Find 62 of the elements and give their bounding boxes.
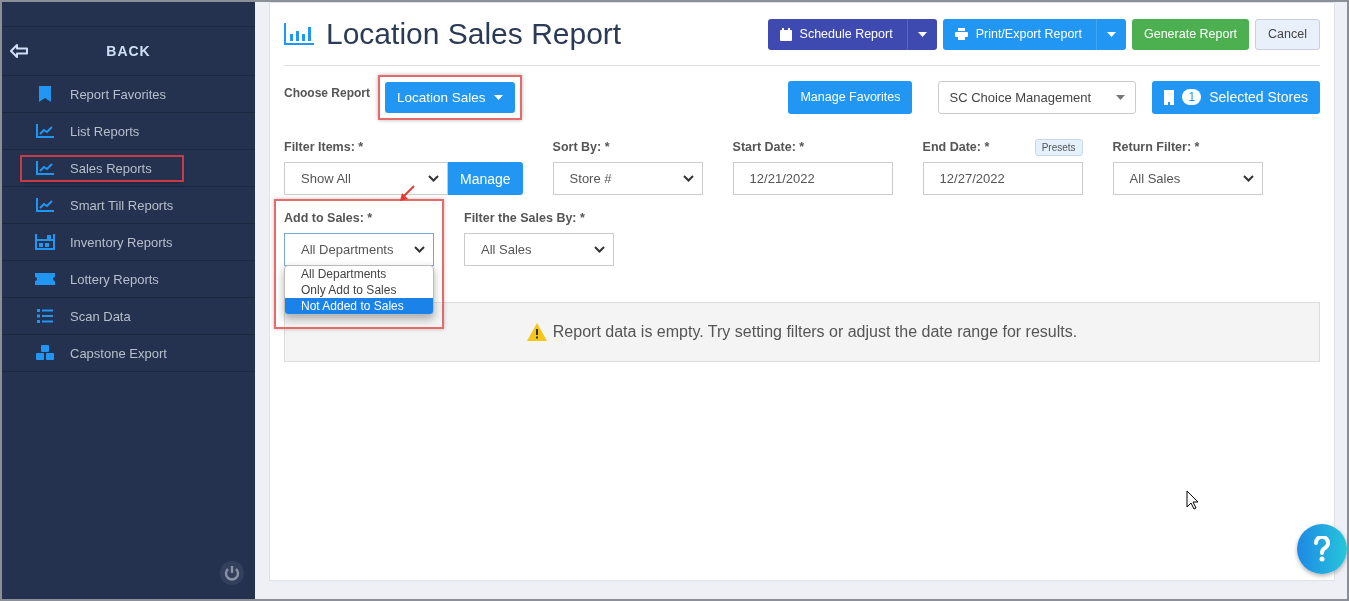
store-count: 1: [1182, 89, 1202, 105]
pointer-arrow: [398, 185, 416, 203]
field-label: Sort By: *: [552, 140, 610, 154]
cubes-icon: [36, 345, 54, 361]
sidebar-item[interactable]: Inventory Reports: [22, 230, 203, 254]
chart-icon: [36, 124, 54, 138]
sidebar-item[interactable]: Lottery Reports: [22, 267, 189, 291]
caret-icon: [917, 31, 927, 37]
question-icon: [1313, 536, 1331, 562]
sidebar-item[interactable]: Scan Data: [22, 304, 161, 328]
caret-icon: [1106, 31, 1116, 37]
date-field[interactable]: 12/21/2022: [732, 162, 893, 195]
shelf-icon: [35, 234, 55, 250]
bookmark-icon: [38, 86, 52, 102]
select-field[interactable]: All Sales: [464, 233, 614, 266]
power-icon[interactable]: [220, 561, 244, 585]
dropdown-option[interactable]: All Departments: [285, 266, 433, 282]
back-link[interactable]: BACK: [2, 43, 255, 59]
ticket-icon: [35, 273, 55, 285]
caret-icon: [1116, 94, 1126, 100]
help-button[interactable]: [1297, 524, 1347, 574]
schedule-report-button[interactable]: Schedule Report: [767, 18, 937, 50]
sidebar-item[interactable]: Sales Reports: [22, 156, 182, 180]
field-label: End Date: *: [922, 140, 990, 154]
empty-message: Report data is empty. Try setting filters or adjust the date range for results.: [552, 323, 1078, 341]
sidebar-item[interactable]: Report Favorites: [22, 82, 197, 106]
caret-icon: [493, 94, 503, 100]
calendar-icon: [779, 27, 792, 41]
sidebar-item[interactable]: Capstone Export: [22, 341, 197, 365]
page-title: Location Sales Report: [326, 17, 623, 51]
field-label: Add to Sales: *: [284, 211, 373, 225]
sidebar-item[interactable]: Smart Till Reports: [22, 193, 204, 217]
select-field[interactable]: Store #: [552, 162, 703, 195]
choose-report-label: Choose Report: [284, 86, 370, 100]
select-field[interactable]: All Sales: [1112, 162, 1263, 195]
chart-icon: [36, 161, 54, 175]
date-field[interactable]: 12/27/2022: [922, 162, 1083, 195]
building-icon: [1164, 89, 1175, 105]
field-label: Filter the Sales By: *: [464, 211, 585, 225]
chart-icon: [36, 198, 54, 212]
dropdown-option[interactable]: Only Add to Sales: [285, 282, 433, 298]
list-icon: [37, 309, 53, 323]
field-label: Filter Items: *: [284, 140, 364, 154]
warning-icon: [526, 323, 547, 341]
field-label: Start Date: *: [732, 140, 805, 154]
chevron-icon: [682, 175, 694, 182]
printer-icon: [954, 28, 968, 40]
chevron-icon: [594, 246, 605, 253]
mouse-cursor-icon: [1186, 490, 1199, 510]
chevron-icon: [428, 175, 439, 182]
chevron-icon: [1242, 175, 1254, 182]
sidebar-item[interactable]: List Reports: [22, 119, 170, 143]
dropdown-option[interactable]: Not Added to Sales: [285, 298, 433, 314]
select-field[interactable]: Show All: [284, 162, 448, 195]
bar-chart-icon: [284, 23, 314, 45]
select-field[interactable]: All Departments: [284, 233, 434, 266]
field-label: Return Filter: *: [1112, 140, 1200, 154]
presets-badge[interactable]: Presets: [1034, 138, 1083, 156]
cancel-button[interactable]: Cancel: [1255, 18, 1320, 50]
company-select[interactable]: SC Choice Management: [938, 80, 1137, 114]
back-arrow-icon[interactable]: [10, 44, 28, 58]
chevron-icon: [414, 246, 425, 253]
